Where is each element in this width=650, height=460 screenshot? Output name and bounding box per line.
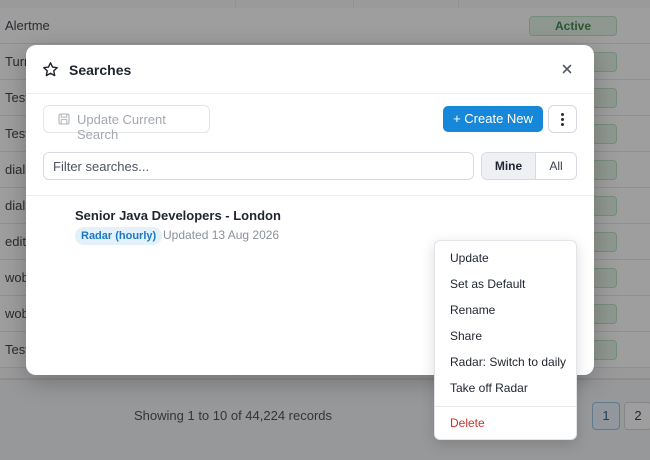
- more-dots-icon: [561, 118, 564, 121]
- create-new-button[interactable]: + Create New: [443, 106, 543, 132]
- toggle-all[interactable]: All: [536, 153, 576, 179]
- menu-item-radar-switch[interactable]: Radar: Switch to daily: [435, 350, 576, 374]
- star-icon: [43, 62, 58, 77]
- save-icon: [58, 113, 70, 125]
- menu-separator: [435, 406, 576, 407]
- update-current-search-label: Update Current Search: [77, 112, 166, 142]
- update-current-search-button[interactable]: Update Current Search: [43, 105, 210, 142]
- modal-title: Searches: [69, 62, 132, 78]
- updated-date: Updated 13 Aug 2026: [163, 228, 280, 242]
- menu-item-take-off-radar[interactable]: Take off Radar: [435, 376, 576, 400]
- more-options-button[interactable]: [548, 105, 577, 133]
- menu-item-set-default[interactable]: Set as Default: [435, 272, 576, 296]
- more-dots-icon: [561, 113, 564, 116]
- menu-item-share[interactable]: Share: [435, 324, 576, 348]
- menu-item-rename[interactable]: Rename: [435, 298, 576, 322]
- toggle-mine[interactable]: Mine: [482, 153, 536, 179]
- filter-searches-input[interactable]: [43, 152, 474, 180]
- radar-badge: Radar (hourly): [75, 227, 163, 245]
- saved-search-item[interactable]: Senior Java Developers - London Radar (h…: [75, 208, 435, 248]
- modal-header: Searches: [26, 45, 594, 94]
- menu-item-update[interactable]: Update: [435, 246, 576, 270]
- saved-search-name: Senior Java Developers - London: [75, 208, 281, 223]
- close-icon[interactable]: [560, 62, 574, 76]
- ownership-toggle: Mine All: [481, 152, 577, 180]
- menu-item-delete[interactable]: Delete: [435, 411, 576, 435]
- search-actions-menu: Update Set as Default Rename Share Radar…: [434, 240, 577, 440]
- more-dots-icon: [561, 123, 564, 126]
- divider: [26, 195, 594, 196]
